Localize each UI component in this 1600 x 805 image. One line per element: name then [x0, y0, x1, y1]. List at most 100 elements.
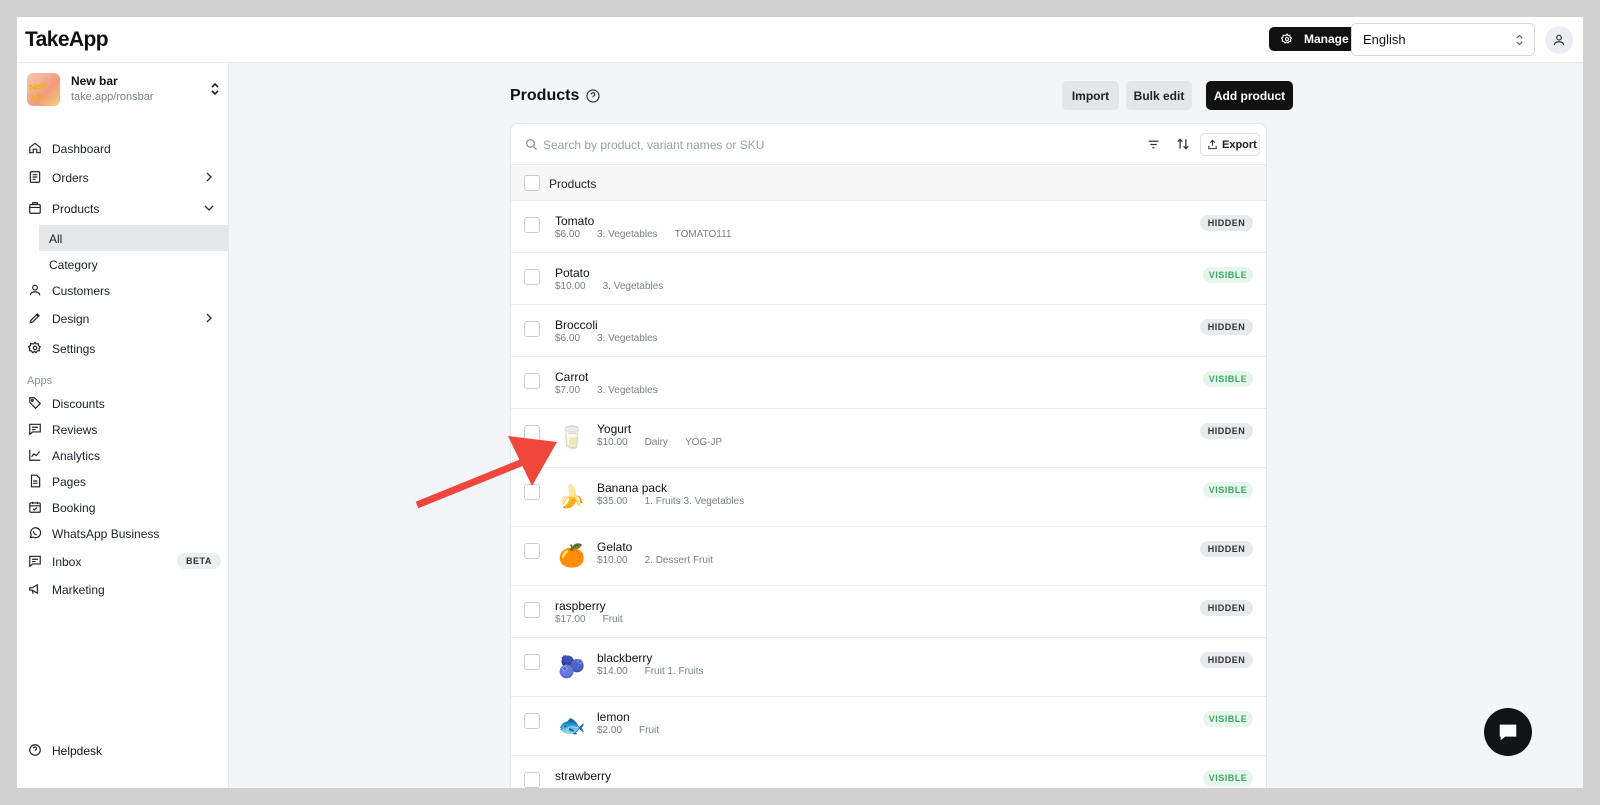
store-switcher[interactable]: New bar New bar take.app/ronsbar — [27, 73, 227, 113]
product-name[interactable]: Tomato — [555, 214, 594, 228]
add-product-button[interactable]: Add product — [1206, 81, 1293, 110]
status-badge[interactable]: HIDDEN — [1200, 319, 1253, 335]
row-checkbox[interactable] — [524, 713, 540, 729]
table-row[interactable]: Broccoli $6.00 3. Vegetables HIDDEN — [511, 305, 1266, 357]
table-row[interactable]: Carrot $7.00 3. Vegetables VISIBLE — [511, 357, 1266, 409]
product-price: $35.00 — [597, 496, 628, 507]
product-meta: $10.00 3. Vegetables — [555, 281, 680, 292]
product-name[interactable]: Yogurt — [597, 422, 631, 436]
pen-icon — [29, 313, 40, 324]
export-button[interactable]: Export — [1200, 133, 1260, 156]
sidebar-item-reviews[interactable]: Reviews — [17, 416, 229, 442]
sidebar-item-design[interactable]: Design — [17, 305, 229, 331]
sidebar-item-discounts[interactable]: Discounts — [17, 390, 229, 416]
product-name[interactable]: Banana pack — [597, 481, 667, 495]
sidebar-item-label: Customers — [52, 284, 111, 298]
megaphone-icon — [29, 583, 38, 595]
sidebar-item-inbox[interactable]: Inbox BETA — [17, 548, 229, 574]
home-icon — [29, 142, 41, 154]
status-badge[interactable]: VISIBLE — [1203, 770, 1253, 786]
table-row[interactable]: Potato $10.00 3. Vegetables VISIBLE — [511, 253, 1266, 305]
sidebar-item-pages[interactable]: Pages — [17, 468, 229, 494]
status-badge[interactable]: HIDDEN — [1200, 423, 1253, 439]
sidebar-item-analytics[interactable]: Analytics — [17, 442, 229, 468]
row-checkbox[interactable] — [524, 543, 540, 559]
product-name[interactable]: Potato — [555, 266, 590, 280]
sidebar-item-dashboard[interactable]: Dashboard — [17, 135, 229, 161]
sidebar-item-settings[interactable]: Settings — [17, 335, 229, 361]
status-badge[interactable]: VISIBLE — [1203, 371, 1253, 387]
status-badge[interactable]: VISIBLE — [1203, 482, 1253, 498]
sidebar-item-booking[interactable]: Booking — [17, 494, 229, 520]
product-price: $10.00 — [597, 437, 628, 448]
search-input[interactable] — [543, 135, 1103, 155]
status-badge[interactable]: HIDDEN — [1200, 600, 1253, 616]
sidebar-item-orders[interactable]: Orders — [17, 164, 229, 190]
search-icon — [525, 138, 537, 150]
status-badge[interactable]: HIDDEN — [1200, 541, 1253, 557]
status-badge[interactable]: HIDDEN — [1200, 215, 1253, 231]
product-name[interactable]: raspberry — [555, 599, 606, 613]
products-table: Export Products Tomato$6.003. Vegetables… — [510, 123, 1267, 788]
sidebar-item-label: Reviews — [52, 423, 98, 437]
product-meta: $7.00 3. Vegetables — [555, 385, 675, 396]
sidebar-item-helpdesk[interactable]: Helpdesk — [17, 737, 229, 763]
status-badge[interactable]: VISIBLE — [1203, 267, 1253, 283]
language-select[interactable]: English — [1351, 23, 1535, 56]
sidebar-subitem-category[interactable]: Category — [39, 251, 229, 277]
row-checkbox[interactable] — [524, 217, 540, 233]
table-row[interactable]: 🥛 Yogurt $10.00 Dairy YOG-JP HIDDEN — [511, 409, 1266, 468]
row-checkbox[interactable] — [524, 772, 540, 788]
table-row[interactable]: 🫐 blackberry $14.00 Fruit 1. Fruits HIDDEN — [511, 638, 1266, 697]
orders-icon — [29, 171, 41, 183]
product-name[interactable]: Broccoli — [555, 318, 598, 332]
row-checkbox[interactable] — [524, 602, 540, 618]
row-checkbox[interactable] — [524, 269, 540, 285]
product-name[interactable]: strawberry — [555, 769, 611, 783]
row-checkbox[interactable] — [524, 321, 540, 337]
table-row[interactable]: 🐟 lemon $2.00 Fruit VISIBLE — [511, 697, 1266, 756]
table-row[interactable]: 🍌 Banana pack $35.00 1. Fruits 3. Vegetable… — [511, 468, 1266, 527]
product-categories: Fruit 1. Fruits — [644, 666, 704, 677]
row-checkbox[interactable] — [524, 654, 540, 670]
product-thumbnail: 🍊 — [558, 543, 586, 568]
product-name[interactable]: Gelato — [597, 540, 632, 554]
product-price: $10.00 — [597, 555, 628, 566]
select-all-checkbox[interactable] — [524, 175, 540, 191]
row-checkbox[interactable] — [524, 484, 540, 500]
table-row[interactable]: raspberry $17.00 Fruit HIDDEN — [511, 586, 1266, 638]
row-checkbox[interactable] — [524, 425, 540, 441]
sidebar-subitem-label: Category — [49, 258, 98, 272]
product-name[interactable]: blackberry — [597, 651, 652, 665]
page-title-text: Products — [510, 87, 580, 104]
sidebar-item-marketing[interactable]: Marketing — [17, 576, 229, 602]
product-name[interactable]: lemon — [597, 710, 630, 724]
sidebar-item-label: Products — [52, 202, 100, 216]
chat-button[interactable] — [1484, 708, 1532, 756]
product-thumbnail: 🐟 — [558, 713, 586, 738]
sidebar-item-whatsapp-business[interactable]: WhatsApp Business — [17, 520, 229, 546]
table-row[interactable]: strawberry VISIBLE — [511, 756, 1266, 788]
column-header-products: Products — [549, 177, 597, 191]
sidebar-item-products[interactable]: Products — [17, 195, 229, 221]
sidebar-item-customers[interactable]: Customers — [17, 277, 229, 303]
gear-icon — [1281, 33, 1293, 44]
product-meta: $14.00 Fruit 1. Fruits — [597, 666, 721, 677]
help-circle-icon[interactable] — [585, 88, 601, 104]
user-menu-button[interactable] — [1545, 26, 1573, 54]
status-badge[interactable]: VISIBLE — [1203, 711, 1253, 727]
bulk-edit-button[interactable]: Bulk edit — [1126, 81, 1192, 110]
sort-icon[interactable] — [1176, 137, 1190, 151]
product-name[interactable]: Carrot — [555, 370, 588, 384]
table-row[interactable]: 🍊 Gelato $10.00 2. Dessert Fruit HIDDEN — [511, 527, 1266, 586]
product-price: $7.00 — [555, 385, 581, 396]
filter-icon[interactable] — [1147, 138, 1160, 151]
import-button[interactable]: Import — [1062, 81, 1119, 110]
sidebar-subitem-all[interactable]: All — [39, 225, 229, 251]
status-badge[interactable]: HIDDEN — [1200, 652, 1253, 668]
product-price: $6.00 — [555, 229, 581, 240]
table-row[interactable]: Tomato $6.00 3. Vegetables TOMATO111 HIDDEN — [511, 201, 1266, 253]
product-categories: 3. Vegetables — [602, 281, 664, 292]
row-checkbox[interactable] — [524, 373, 540, 389]
app-logo[interactable]: TakeApp — [25, 28, 109, 52]
